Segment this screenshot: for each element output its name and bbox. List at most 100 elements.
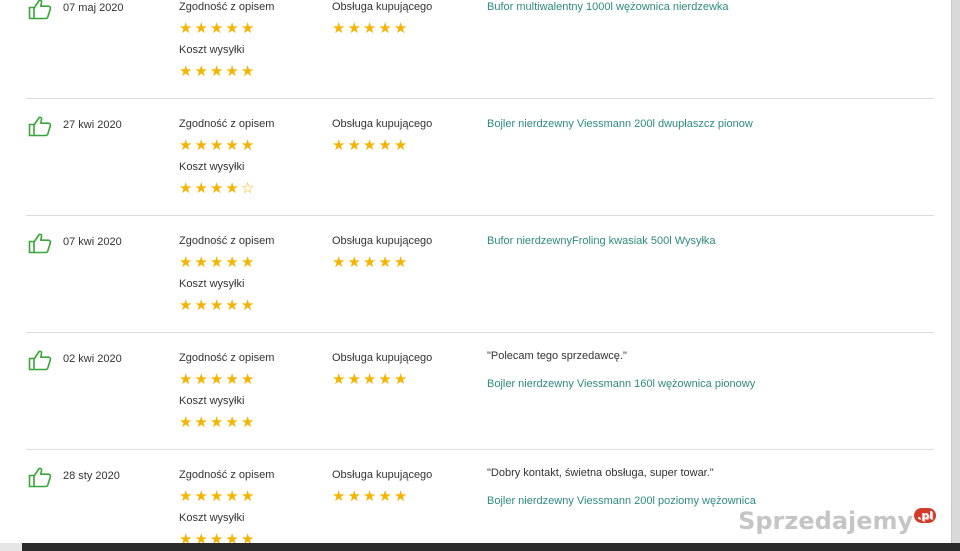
- shipping-label: Koszt wysyłki: [179, 512, 245, 524]
- star-filled-icon: ★: [209, 371, 226, 388]
- star-filled-icon: ★: [179, 180, 195, 197]
- shipping-stars: ★★★★★: [179, 298, 256, 313]
- star-filled-icon: ★: [209, 180, 226, 197]
- service-label: Obsługa kupującego: [332, 118, 433, 130]
- star-filled-icon: ★: [194, 414, 210, 431]
- review-date: 27 kwi 2020: [63, 119, 122, 131]
- service-label: Obsługa kupującego: [332, 235, 433, 247]
- review-row: 02 kwi 2020 Zgodność z opisem ★★★★★ Koszt w…: [26, 333, 934, 450]
- review-date: 07 maj 2020: [63, 2, 124, 14]
- star-filled-icon: ★: [378, 254, 394, 271]
- watermark-badge: .pl: [914, 508, 936, 523]
- star-filled-icon: ★: [240, 137, 257, 154]
- product-link[interactable]: Bojler nierdzewny Viessmann 160l wężowni…: [487, 378, 755, 390]
- review-row: 07 maj 2020 Zgodność z opisem ★★★★★ Koszt w…: [26, 0, 934, 99]
- star-filled-icon: ★: [194, 63, 210, 80]
- shipping-stars: ★★★★☆: [179, 181, 256, 196]
- star-filled-icon: ★: [347, 488, 363, 505]
- product-link[interactable]: Bojler nierdzewny Viessmann 200l dwupłas…: [487, 118, 753, 130]
- star-filled-icon: ★: [393, 371, 410, 388]
- accuracy-label: Zgodność z opisem: [179, 1, 275, 13]
- accuracy-label: Zgodność z opisem: [179, 118, 275, 130]
- star-filled-icon: ★: [194, 488, 210, 505]
- seller-reviews-page: 07 maj 2020 Zgodność z opisem ★★★★★ Koszt w…: [0, 0, 960, 551]
- product-link[interactable]: Bufor multiwalentny 1000l wężownica nier…: [487, 1, 729, 13]
- star-filled-icon: ★: [240, 20, 257, 37]
- service-label: Obsługa kupującego: [332, 1, 433, 13]
- star-filled-icon: ★: [225, 297, 241, 314]
- star-filled-icon: ★: [393, 254, 410, 271]
- star-filled-icon: ★: [179, 371, 195, 388]
- star-filled-icon: ★: [209, 63, 226, 80]
- thumbs-up-icon: [28, 232, 52, 254]
- watermark-logo: Sprzedajemy .pl: [738, 507, 936, 535]
- star-filled-icon: ★: [194, 371, 210, 388]
- thumbs-up-icon: [28, 349, 52, 371]
- star-filled-icon: ★: [332, 488, 348, 505]
- star-filled-icon: ★: [179, 488, 195, 505]
- accuracy-label: Zgodność z opisem: [179, 352, 275, 364]
- star-filled-icon: ★: [194, 254, 210, 271]
- review-comment: "Polecam tego sprzedawcę.": [487, 350, 627, 362]
- star-filled-icon: ★: [362, 20, 379, 37]
- star-filled-icon: ★: [179, 137, 195, 154]
- bottom-bar: [0, 543, 960, 551]
- star-filled-icon: ★: [378, 137, 394, 154]
- accuracy-stars: ★★★★★: [179, 138, 256, 153]
- service-label: Obsługa kupującego: [332, 352, 433, 364]
- window-scrollbar[interactable]: [951, 0, 960, 551]
- star-filled-icon: ★: [194, 297, 210, 314]
- star-filled-icon: ★: [225, 371, 241, 388]
- shipping-stars: ★★★★★: [179, 64, 256, 79]
- watermark-text: Sprzedajemy: [738, 507, 914, 535]
- star-filled-icon: ★: [225, 488, 241, 505]
- star-filled-icon: ★: [393, 488, 410, 505]
- star-filled-icon: ★: [362, 371, 379, 388]
- bottom-bar-dark: [22, 543, 960, 551]
- thumbs-up-icon: [28, 115, 52, 137]
- star-filled-icon: ★: [209, 254, 226, 271]
- star-filled-icon: ★: [362, 488, 379, 505]
- star-filled-icon: ★: [362, 254, 379, 271]
- shipping-label: Koszt wysyłki: [179, 161, 245, 173]
- star-filled-icon: ★: [225, 20, 241, 37]
- star-filled-icon: ★: [240, 63, 257, 80]
- star-filled-icon: ★: [240, 414, 257, 431]
- star-filled-icon: ★: [209, 297, 226, 314]
- review-date: 07 kwi 2020: [63, 236, 122, 248]
- product-link[interactable]: Bufor nierdzewnyFroling kwasiak 500l Wys…: [487, 235, 716, 247]
- star-filled-icon: ★: [179, 63, 195, 80]
- star-filled-icon: ★: [225, 414, 241, 431]
- star-filled-icon: ★: [378, 488, 394, 505]
- star-filled-icon: ★: [347, 137, 363, 154]
- accuracy-label: Zgodność z opisem: [179, 469, 275, 481]
- star-filled-icon: ★: [378, 371, 394, 388]
- review-comment: "Dobry kontakt, świetna obsługa, super t…: [487, 467, 714, 479]
- star-filled-icon: ★: [225, 180, 241, 197]
- thumbs-up-icon: [28, 466, 52, 488]
- star-filled-icon: ★: [332, 137, 348, 154]
- shipping-label: Koszt wysyłki: [179, 395, 245, 407]
- accuracy-stars: ★★★★★: [179, 489, 256, 504]
- accuracy-stars: ★★★★★: [179, 372, 256, 387]
- service-stars: ★★★★★: [332, 138, 409, 153]
- accuracy-label: Zgodność z opisem: [179, 235, 275, 247]
- product-link[interactable]: Bojler nierdzewny Viessmann 200l poziomy…: [487, 495, 756, 507]
- thumbs-up-icon: [28, 0, 52, 20]
- star-filled-icon: ★: [209, 20, 226, 37]
- review-date: 28 sty 2020: [63, 470, 120, 482]
- review-date: 02 kwi 2020: [63, 353, 122, 365]
- star-filled-icon: ★: [179, 414, 195, 431]
- service-stars: ★★★★★: [332, 255, 409, 270]
- star-filled-icon: ★: [179, 20, 195, 37]
- star-filled-icon: ★: [347, 20, 363, 37]
- review-row: 07 kwi 2020 Zgodność z opisem ★★★★★ Koszt w…: [26, 216, 934, 333]
- star-filled-icon: ★: [194, 180, 210, 197]
- star-filled-icon: ★: [362, 137, 379, 154]
- review-row: 28 sty 2020 Zgodność z opisem ★★★★★ Koszt w…: [26, 450, 934, 551]
- shipping-label: Koszt wysyłki: [179, 44, 245, 56]
- star-filled-icon: ★: [209, 137, 226, 154]
- shipping-stars: ★★★★★: [179, 415, 256, 430]
- star-filled-icon: ★: [332, 20, 348, 37]
- service-label: Obsługa kupującego: [332, 469, 433, 481]
